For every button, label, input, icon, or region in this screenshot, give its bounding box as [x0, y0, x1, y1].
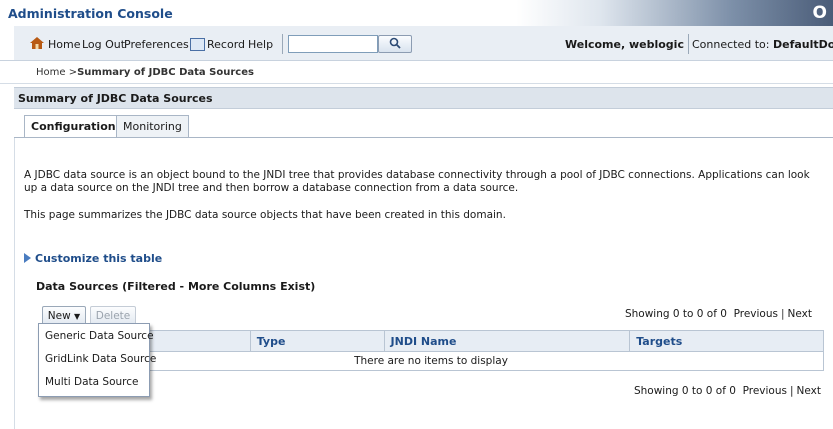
- table-title: Data Sources (Filtered - More Columns Ex…: [36, 280, 316, 293]
- toolbar-divider: [282, 34, 283, 54]
- welcome-text: Welcome, weblogic: [565, 38, 684, 51]
- nav-record-link[interactable]: Record: [207, 38, 245, 51]
- connected-domain: DefaultDomai: [772, 38, 833, 51]
- new-dropdown-menu: Generic Data Source GridLink Data Source…: [38, 323, 156, 397]
- next-link[interactable]: Next: [788, 308, 812, 320]
- table-toolbar: New ▼ Delete Showing 0 to 0 of 0 Previou…: [36, 302, 826, 328]
- previous-link-bottom[interactable]: Previous: [743, 385, 787, 397]
- global-toolbar: Home Log Out Preferences Record Help Wel…: [0, 26, 833, 61]
- pagination-bottom: Showing 0 to 0 of 0 Previous | Next: [633, 385, 821, 397]
- menu-item-gridlink-data-source[interactable]: GridLink Data Source: [45, 353, 156, 365]
- paging-status: Showing 0 to 0 of 0: [624, 308, 727, 320]
- customize-label: Customize this table: [35, 252, 163, 265]
- new-button-label: New: [47, 310, 71, 322]
- record-icon[interactable]: [190, 38, 205, 51]
- column-header-jndi-name[interactable]: JNDI Name: [383, 330, 631, 352]
- nav-home-link[interactable]: Home: [48, 38, 80, 51]
- connected-text: Connected to: DefaultDomai: [692, 38, 833, 51]
- search-icon: [389, 37, 401, 49]
- content-left-border: [14, 138, 15, 429]
- breadcrumb-home-link[interactable]: Home: [36, 67, 66, 78]
- page-header: Summary of JDBC Data Sources: [14, 87, 833, 109]
- breadcrumb: Home >Summary of JDBC Data Sources: [36, 67, 254, 78]
- welcome-divider: [688, 34, 689, 54]
- home-icon[interactable]: [30, 37, 44, 49]
- tab-monitoring[interactable]: Monitoring: [116, 115, 189, 138]
- breadcrumb-current: Summary of JDBC Data Sources: [77, 67, 254, 78]
- nav-logout-link[interactable]: Log Out: [82, 38, 125, 51]
- customize-table-link[interactable]: Customize this table: [24, 252, 162, 265]
- breadcrumb-separator: >: [65, 67, 78, 78]
- summary-paragraph: This page summarizes the JDBC data sourc…: [24, 209, 506, 221]
- search-input[interactable]: [288, 35, 378, 53]
- tab-underline: [14, 137, 833, 138]
- tab-configuration[interactable]: Configuration: [24, 115, 123, 138]
- nav-help-link[interactable]: Help: [248, 38, 273, 51]
- menu-item-multi-data-source[interactable]: Multi Data Source: [45, 376, 138, 388]
- next-link-bottom[interactable]: Next: [797, 385, 821, 397]
- page-title: Summary of JDBC Data Sources: [18, 92, 213, 105]
- title-bar: Administration Console O: [0, 0, 833, 26]
- column-header-targets[interactable]: Targets: [629, 330, 824, 352]
- toolbar-left-gap: [0, 26, 14, 60]
- search-button[interactable]: [378, 35, 412, 53]
- menu-item-generic-data-source[interactable]: Generic Data Source: [45, 330, 154, 342]
- connected-label: Connected to:: [692, 38, 770, 51]
- triangle-right-icon: [24, 253, 31, 263]
- table-header-row: Name Type JNDI Name Targets: [38, 330, 824, 352]
- app-title: Administration Console: [8, 6, 173, 21]
- chevron-down-icon: ▼: [74, 312, 81, 321]
- previous-link[interactable]: Previous: [734, 308, 778, 320]
- oracle-logo-icon: O: [812, 3, 827, 23]
- column-header-type[interactable]: Type: [249, 330, 385, 352]
- pagination-top: Showing 0 to 0 of 0 Previous | Next: [624, 308, 812, 320]
- description-paragraph: A JDBC data source is an object bound to…: [24, 169, 810, 194]
- paging-status-bottom: Showing 0 to 0 of 0: [633, 385, 736, 397]
- nav-preferences-link[interactable]: Preferences: [124, 38, 189, 51]
